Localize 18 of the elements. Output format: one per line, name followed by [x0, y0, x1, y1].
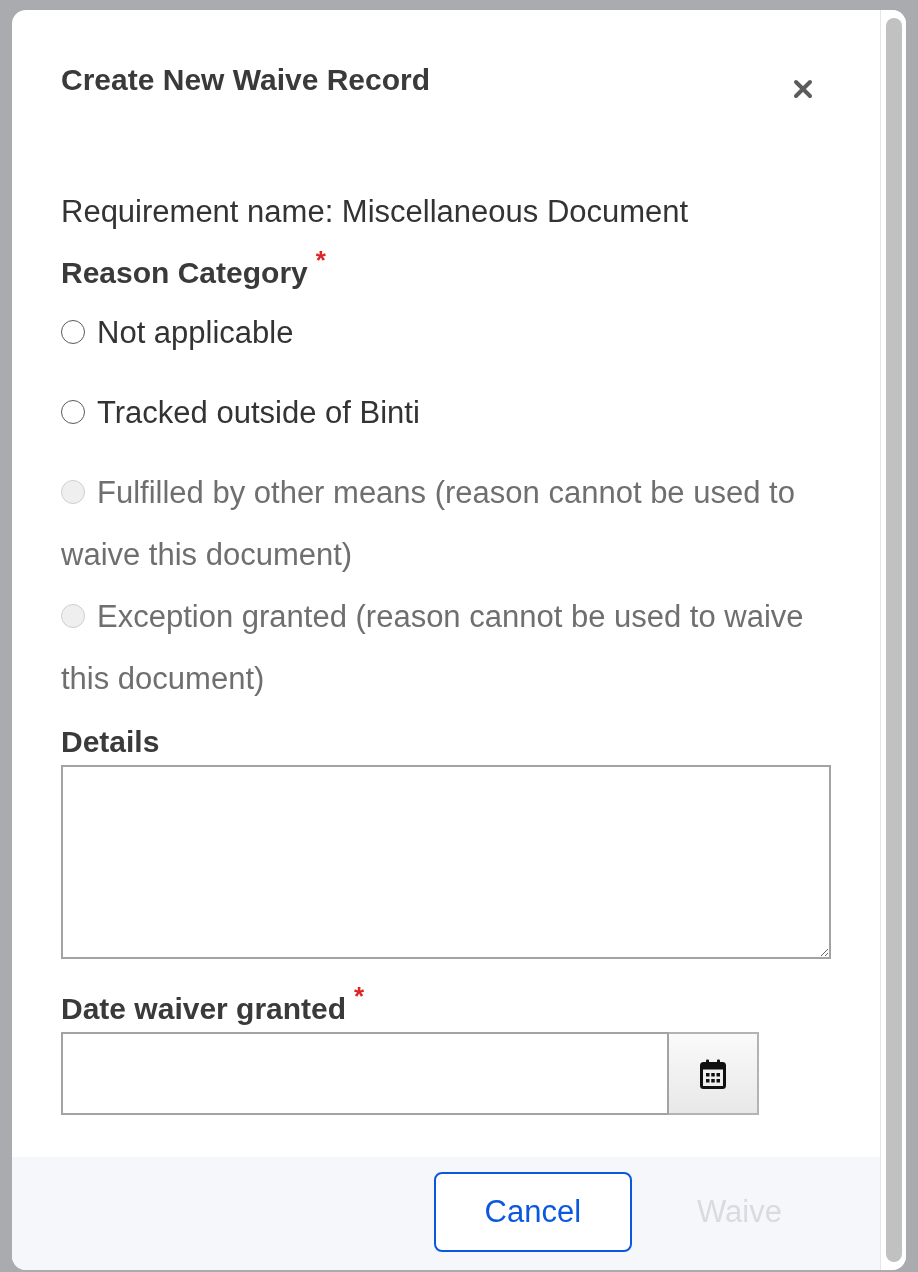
field-label: Date waiver granted: [61, 991, 347, 1027]
radio-option[interactable]: Not applicable: [61, 302, 831, 364]
dialog-title: Create New Waive Record: [61, 62, 431, 98]
requirement-text: Requirement name: Miscellaneous Document: [61, 193, 690, 231]
radio-option[interactable]: Tracked outside of Binti: [61, 382, 831, 444]
required-mark: *: [315, 247, 326, 273]
cancel-button[interactable]: Cancel: [433, 1172, 632, 1252]
date-field[interactable]: [61, 1032, 669, 1115]
radio-button[interactable]: [61, 319, 85, 344]
required-mark: *: [354, 983, 365, 1009]
calendar-icon: [700, 1058, 726, 1089]
calendar-button[interactable]: [669, 1032, 759, 1115]
close-icon: [793, 79, 813, 99]
field-label: Details: [61, 724, 160, 760]
scrollbar-thumb[interactable]: [885, 18, 902, 1262]
details-field[interactable]: [61, 765, 831, 959]
field-label: Reason Category: [61, 255, 308, 291]
radio-button[interactable]: [61, 399, 85, 424]
